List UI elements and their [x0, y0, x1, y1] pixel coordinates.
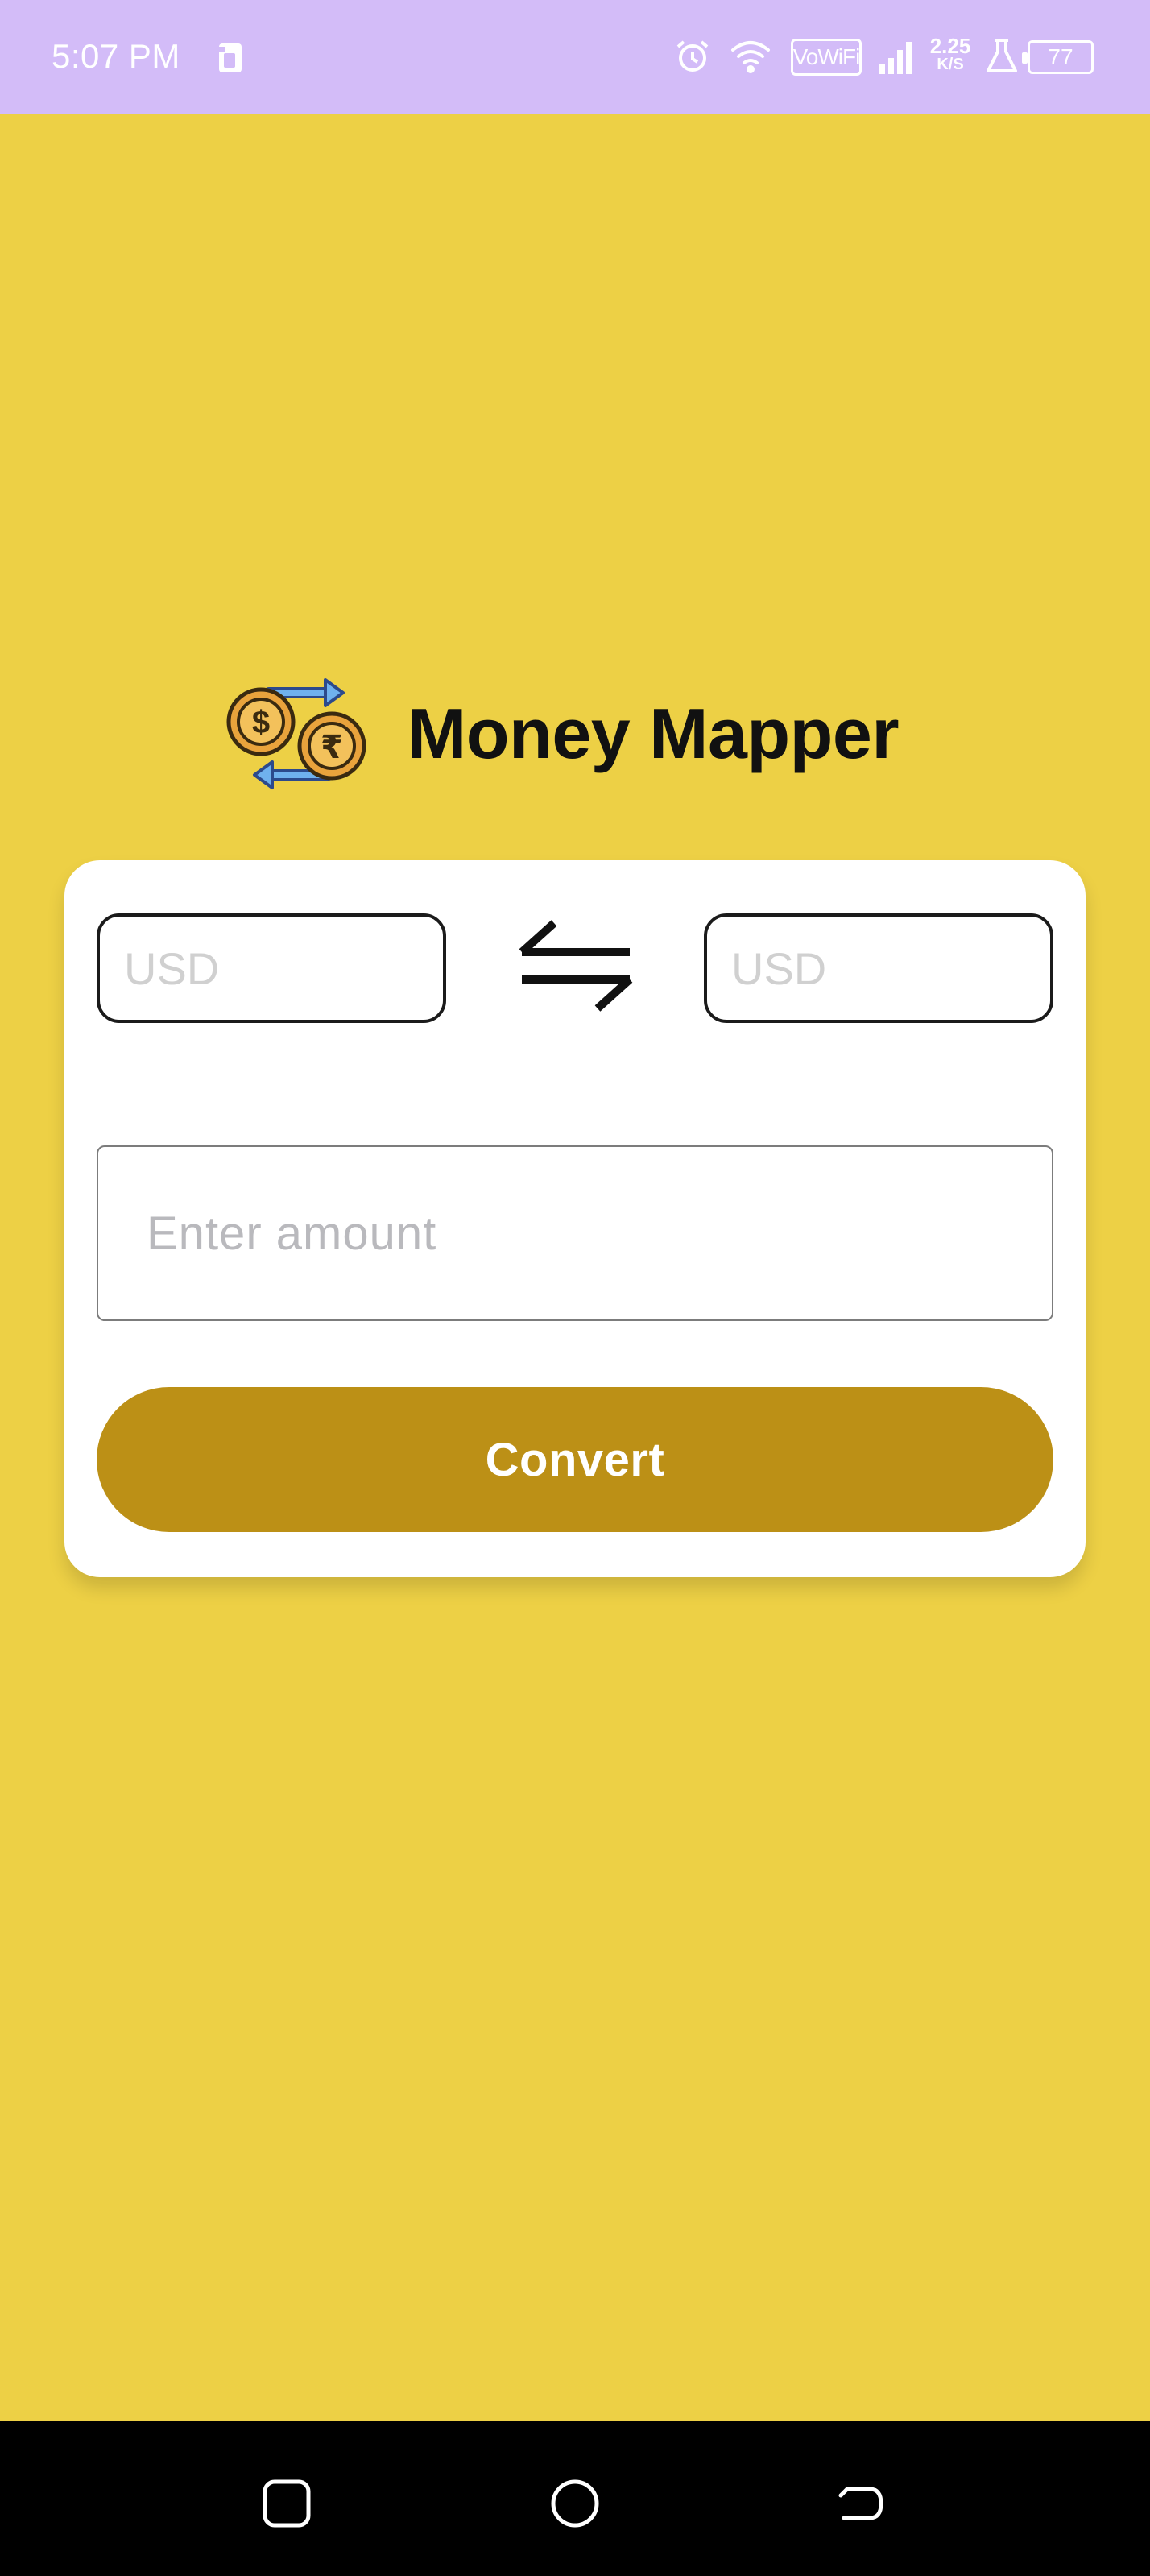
- svg-text:$: $: [252, 705, 270, 740]
- swap-arrows-icon: [519, 920, 633, 1012]
- back-icon[interactable]: [833, 2475, 891, 2533]
- data-speed-icon: 2.25 K/S: [926, 35, 974, 72]
- data-speed-value: 2.25: [929, 34, 971, 58]
- svg-text:₹: ₹: [321, 729, 343, 766]
- vowifi-label: VoWiFi: [792, 44, 861, 69]
- alarm-icon: [673, 37, 712, 80]
- signal-icon: [878, 40, 916, 78]
- to-currency-select[interactable]: USD: [704, 913, 1053, 1023]
- home-icon[interactable]: [546, 2475, 604, 2533]
- amount-input[interactable]: [97, 1145, 1053, 1321]
- recent-apps-icon[interactable]: [258, 2475, 316, 2533]
- wifi-icon: [730, 37, 771, 80]
- sim-card-icon: [211, 39, 250, 81]
- navigation-bar: [0, 2421, 1150, 2576]
- battery-icon: 77: [1022, 40, 1094, 74]
- currency-exchange-icon: $ ₹: [222, 675, 375, 793]
- app-header: $ ₹ Money Mapper: [222, 675, 900, 793]
- vowifi-icon: VoWiFi: [791, 39, 862, 76]
- swap-currencies-button[interactable]: [515, 905, 636, 1026]
- from-currency-label: USD: [124, 942, 220, 994]
- converter-card: USD USD Convert: [64, 860, 1086, 1577]
- convert-button[interactable]: Convert: [97, 1387, 1053, 1532]
- data-speed-unit: K/S: [937, 56, 964, 73]
- battery-level: 77: [1048, 44, 1073, 69]
- status-bar: 5:07 PM VoWiFi 2.25 K/S 77: [0, 0, 1150, 114]
- from-currency-select[interactable]: USD: [97, 913, 446, 1023]
- lab-flask-icon: [984, 37, 1020, 80]
- app-title: Money Mapper: [407, 694, 900, 773]
- status-time: 5:07 PM: [52, 37, 180, 75]
- to-currency-label: USD: [731, 942, 827, 994]
